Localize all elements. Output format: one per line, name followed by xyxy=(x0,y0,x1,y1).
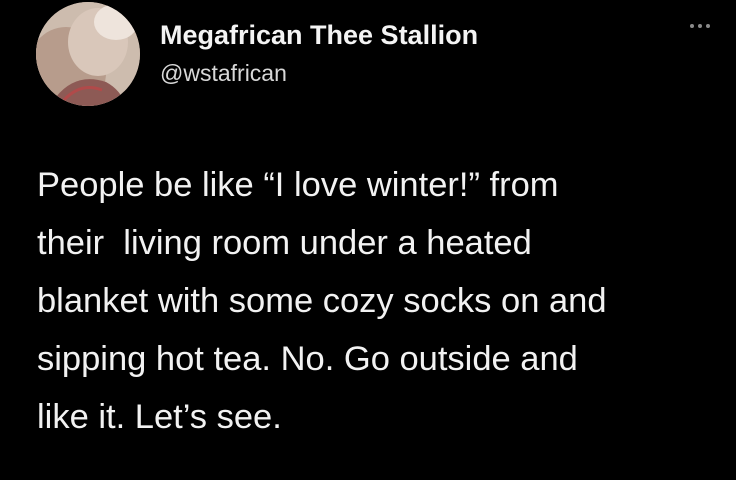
tweet-text-line: blanket with some cozy socks on and xyxy=(37,282,607,320)
tweet-card: Megafrican Thee Stallion @wstafrican Peo… xyxy=(0,0,736,480)
tweet-text-line: People be like “I love winter!” from xyxy=(37,166,559,204)
avatar[interactable] xyxy=(36,2,140,106)
tweet-text-line: their living room under a heated xyxy=(37,224,532,262)
more-options-button[interactable] xyxy=(688,20,712,32)
avatar-photo xyxy=(36,2,140,106)
tweet-text: People be like “I love winter!” from the… xyxy=(37,156,727,446)
author-display-name[interactable]: Megafrican Thee Stallion xyxy=(160,20,478,51)
tweet-text-line: sipping hot tea. No. Go outside and xyxy=(37,340,578,378)
tweet-text-line: like it. Let’s see. xyxy=(37,398,282,436)
ellipsis-icon xyxy=(690,24,710,28)
author-handle[interactable]: @wstafrican xyxy=(160,60,287,87)
